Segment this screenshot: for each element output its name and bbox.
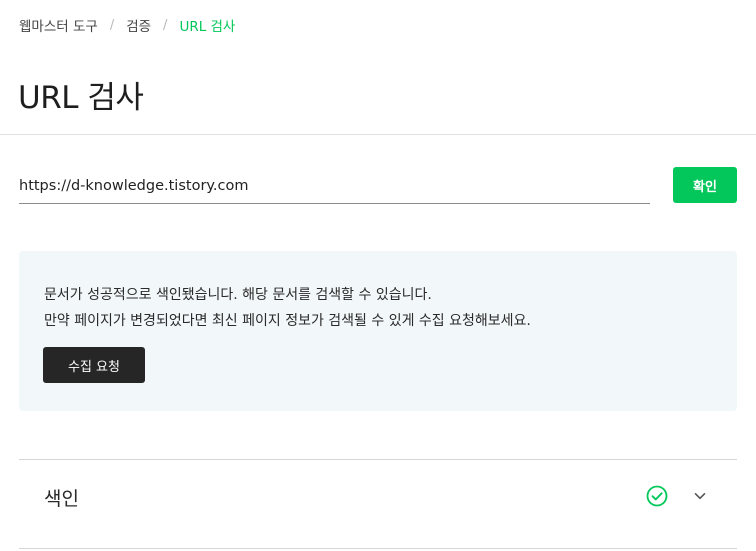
index-section-label: 색인 [44, 488, 79, 510]
page-title: URL 검사 [18, 80, 144, 116]
status-message-line-2: 만약 페이지가 변경되었다면 최신 페이지 정보가 검색될 수 있게 수집 요청… [44, 313, 531, 329]
breadcrumb-item-webmaster-tools[interactable]: 웹마스터 도구 [19, 15, 98, 35]
title-divider [0, 134, 756, 135]
crawl-request-button[interactable]: 수집 요청 [43, 347, 145, 383]
breadcrumb-separator: / [163, 17, 168, 33]
index-section-row[interactable]: 색인 [19, 460, 737, 548]
breadcrumb-separator: / [109, 17, 115, 33]
breadcrumb-item-verification[interactable]: 검증 [126, 15, 151, 35]
url-inspection-page: 웹마스터 도구 / 검증 / URL 검사 URL 검사 확인 문서가 성공적으… [0, 0, 756, 551]
url-input[interactable] [19, 168, 650, 204]
breadcrumb: 웹마스터 도구 / 검증 / URL 검사 [19, 15, 236, 36]
status-message-line-1: 문서가 성공적으로 색인됐습니다. 해당 문서를 검색할 수 있습니다. [44, 287, 432, 303]
chevron-down-icon[interactable] [693, 489, 707, 503]
check-circle-icon [646, 485, 668, 507]
confirm-button[interactable]: 확인 [673, 167, 737, 203]
section-divider [19, 548, 737, 549]
breadcrumb-item-url-inspection: URL 검사 [179, 19, 236, 35]
index-status-panel: 문서가 성공적으로 색인됐습니다. 해당 문서를 검색할 수 있습니다. 만약 … [19, 251, 737, 411]
